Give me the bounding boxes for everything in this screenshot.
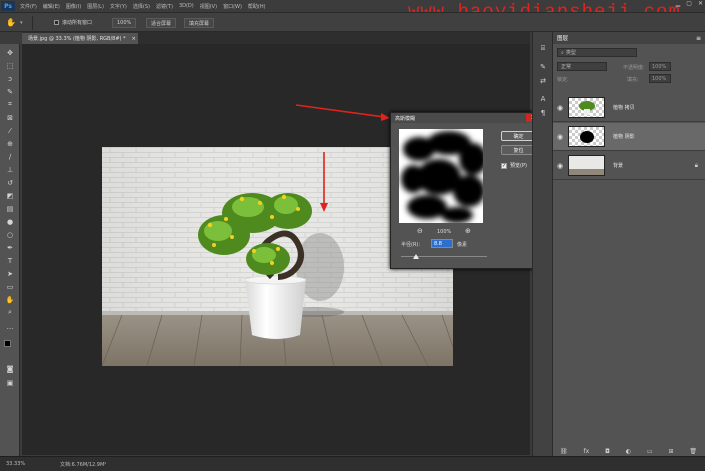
fill-input[interactable]: 100%: [649, 74, 671, 83]
ok-button[interactable]: 确定: [501, 131, 536, 141]
mask-icon[interactable]: ◘: [605, 448, 610, 455]
layer-filter-select[interactable]: ⌕ 类型: [557, 48, 637, 57]
zoom-in-icon[interactable]: ⊕: [465, 227, 471, 235]
layer-thumbnail: [568, 155, 605, 176]
layer-thumbnail: [568, 97, 605, 118]
radius-slider-track[interactable]: [401, 254, 487, 259]
paragraph-panel-icon[interactable]: ¶: [538, 108, 548, 117]
lock-icon: 🔒︎: [694, 162, 698, 169]
adjustment-layer-icon[interactable]: ◐: [626, 448, 631, 455]
radius-label: 半径(R):: [401, 242, 421, 248]
link-layers-icon[interactable]: ⛓: [560, 448, 568, 455]
blend-mode-select[interactable]: 正常: [557, 62, 607, 71]
history-panel-icon[interactable]: ⌸: [538, 44, 548, 53]
gaussian-blur-dialog: 高斯模糊 × ⊖ 100% ⊕: [390, 112, 543, 269]
photoshop-window: Ps 文件(F) 编辑(E) 图像(I) 图层(L) 文字(Y) 选择(S) 滤…: [0, 0, 705, 471]
radius-input[interactable]: 8.8: [431, 239, 453, 248]
status-doc-info: 文档:6.76M/12.9M: [60, 462, 105, 468]
preview-option[interactable]: ✓ 预览(P): [501, 162, 527, 169]
fill-label: 填充:: [627, 77, 639, 83]
status-bar: 33.33% 文档:6.76M/12.9M ›: [0, 456, 705, 471]
lock-label: 锁定:: [557, 77, 569, 83]
layers-panel-header: 图层 ≡: [553, 32, 705, 44]
trash-icon[interactable]: 🗑︎: [689, 448, 697, 455]
preview-checkbox[interactable]: ✓: [501, 162, 507, 169]
adjust-panel-icon[interactable]: ⇄: [538, 76, 548, 85]
preview-label: 预览(P): [510, 163, 527, 169]
zoom-out-icon[interactable]: ⊖: [417, 227, 423, 235]
status-arrow-icon[interactable]: ›: [104, 460, 106, 467]
blur-preview[interactable]: [399, 129, 483, 223]
brush-panel-icon[interactable]: ✎: [538, 62, 548, 71]
radius-unit: 像素: [457, 242, 468, 248]
shadow-thumbnail-icon: [580, 131, 594, 143]
radius-slider-thumb[interactable]: [413, 254, 420, 259]
layer-name: 植物 拷贝: [613, 105, 635, 111]
eye-icon[interactable]: ◉: [557, 162, 563, 170]
search-icon: ⌕: [561, 49, 564, 56]
layers-panel-footer: ⛓ fx ◘ ◐ ▭ ⊞ 🗑︎: [552, 446, 705, 456]
reset-button[interactable]: 复位: [501, 145, 536, 155]
layer-row[interactable]: ◉ 植物 拷贝: [553, 94, 705, 122]
layer-filter-value: 类型: [565, 50, 576, 56]
dialog-titlebar[interactable]: 高斯模糊 ×: [391, 113, 542, 123]
preview-zoom-level: 100%: [437, 229, 452, 235]
blur-preview-image: [401, 131, 483, 223]
opacity-input[interactable]: 100%: [649, 62, 671, 71]
layers-panel: 图层 ≡ ⌕ 类型 正常 不透明度: 100% 锁定: 填充: 100% ◉ 植…: [552, 32, 705, 456]
panel-icon-strip: ⌸ ✎ ⇄ A ¶: [532, 32, 552, 456]
layers-panel-title[interactable]: 图层: [557, 34, 568, 42]
fx-icon[interactable]: fx: [583, 448, 589, 455]
layer-row[interactable]: ◉ 植物 阴影: [553, 123, 705, 151]
plant-thumbnail-icon: [579, 101, 595, 115]
new-layer-icon[interactable]: ⊞: [668, 448, 673, 455]
layer-name: 植物 阴影: [613, 134, 635, 140]
layer-row[interactable]: ◉ 背景 🔒︎: [553, 152, 705, 180]
opacity-label: 不透明度:: [623, 65, 645, 71]
dialog-title: 高斯模糊: [395, 115, 416, 122]
eye-icon[interactable]: ◉: [557, 104, 563, 112]
eye-icon[interactable]: ◉: [557, 133, 563, 141]
layer-thumbnail: [568, 126, 605, 147]
layer-name: 背景: [613, 163, 624, 169]
status-zoom[interactable]: 33.33%: [6, 461, 25, 467]
panel-menu-icon[interactable]: ≡: [696, 35, 701, 42]
group-folder-icon[interactable]: ▭: [647, 448, 653, 455]
character-panel-icon[interactable]: A: [538, 94, 548, 103]
